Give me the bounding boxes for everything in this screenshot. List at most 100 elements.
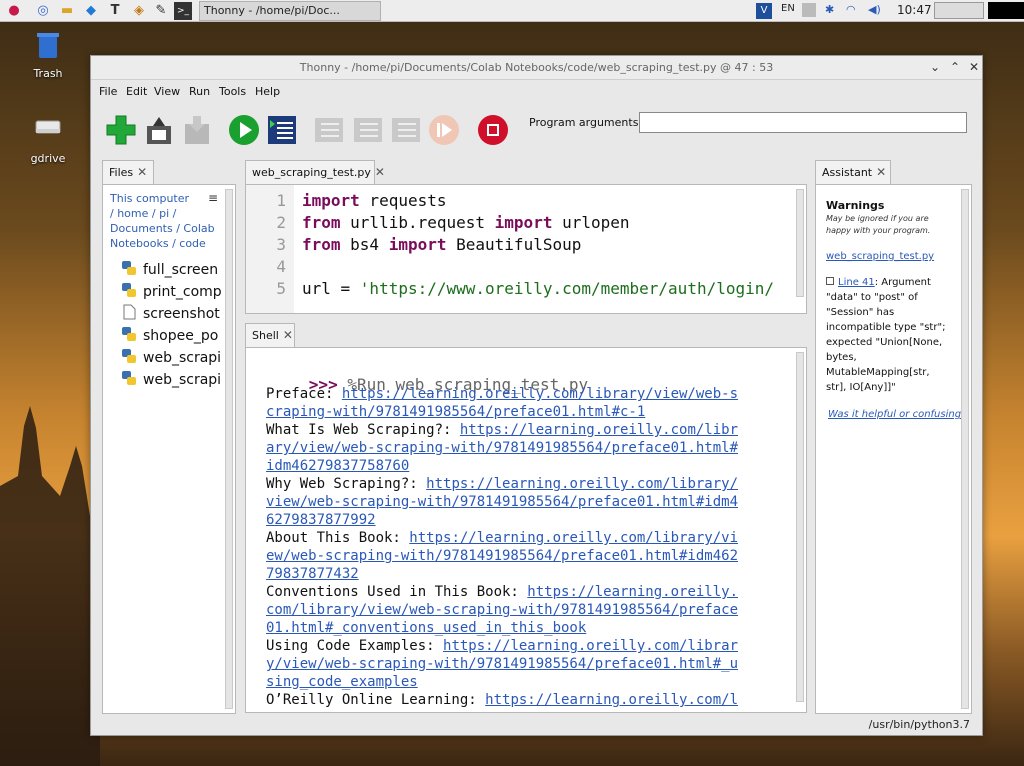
menu-tools[interactable]: Tools xyxy=(219,85,246,98)
open-file-icon[interactable] xyxy=(143,114,175,146)
menu-view[interactable]: View xyxy=(154,85,180,98)
step-into-icon[interactable] xyxy=(352,114,384,146)
taskbar: ● ◎ ▬ ◆ T ◈ ✎ >_ Thonny - /home/pi/Doc..… xyxy=(0,0,1024,22)
breadcrumb-line[interactable]: This computer xyxy=(110,191,216,206)
files-scrollbar[interactable] xyxy=(225,189,233,709)
files-panel: This computer / home / pi / Documents / … xyxy=(102,184,236,714)
breadcrumb-line[interactable]: / home / pi / xyxy=(110,206,216,221)
wifi-icon[interactable]: ◠ xyxy=(846,3,856,16)
shell-output-line: y/view/web-scraping-with/9781491985564/p… xyxy=(266,656,738,672)
file-item[interactable]: web_scrapi xyxy=(121,370,231,392)
shell-panel[interactable]: >>> %Run web_scraping_test.py Preface: h… xyxy=(245,347,807,713)
shell-link[interactable]: ary/view/web-scraping-with/9781491985564… xyxy=(266,440,738,456)
assistant-file-link[interactable]: web_scraping_test.py xyxy=(826,251,934,262)
shell-link[interactable]: https://learning.oreilly.com/library/vie… xyxy=(342,386,738,402)
code-line[interactable]: url = 'https://www.oreilly.com/member/au… xyxy=(302,279,774,298)
menu-help[interactable]: Help xyxy=(255,85,280,98)
warning-line-link[interactable]: Line 41 xyxy=(838,277,875,288)
raspberry-menu-icon[interactable]: ● xyxy=(5,2,23,20)
thonny-launcher-icon[interactable]: T xyxy=(106,2,124,20)
shell-link[interactable]: craping-with/9781491985564/preface01.htm… xyxy=(266,404,645,420)
language-indicator[interactable]: EN xyxy=(781,3,795,14)
desktop-gdrive[interactable]: gdrive xyxy=(18,115,78,165)
file-item[interactable]: web_scrapi xyxy=(121,348,231,370)
file-item[interactable]: screenshot xyxy=(121,304,231,326)
checkbox-icon[interactable] xyxy=(826,277,834,285)
shell-link[interactable]: view/web-scraping-with/9781491985564/pre… xyxy=(266,494,738,510)
shell-link[interactable]: 6279837877992 xyxy=(266,512,376,528)
shell-text: Preface: xyxy=(266,386,342,402)
file-item[interactable]: print_comp xyxy=(121,282,231,304)
minimize-icon[interactable]: ⌄ xyxy=(927,59,943,75)
line-number: 5 xyxy=(276,279,286,298)
shell-link[interactable]: https://learning.oreilly. xyxy=(527,584,738,600)
file-item[interactable]: shopee_po xyxy=(121,326,231,348)
file-manager-icon[interactable]: ▬ xyxy=(58,2,76,20)
volume-icon[interactable]: ◀) xyxy=(868,3,881,16)
vnc-icon[interactable]: V xyxy=(756,3,772,19)
terminal-icon[interactable]: >_ xyxy=(174,2,192,20)
shell-link[interactable]: ew/web-scraping-with/9781491985564/prefa… xyxy=(266,548,738,564)
shell-link[interactable]: https://learning.oreilly.com/library/ xyxy=(426,476,738,492)
tab-shell[interactable]: Shell ✕ xyxy=(245,323,295,347)
text-editor-icon[interactable]: ✎ xyxy=(152,2,170,20)
file-item[interactable]: full_screen xyxy=(121,260,231,282)
menu-edit[interactable]: Edit xyxy=(126,85,147,98)
close-icon[interactable]: ✕ xyxy=(966,59,982,75)
resume-icon[interactable] xyxy=(428,114,460,146)
tab-assistant[interactable]: Assistant ✕ xyxy=(815,160,891,184)
code-line[interactable]: from bs4 import BeautifulSoup xyxy=(302,235,581,254)
shell-link[interactable]: https://learning.oreilly.com/libr xyxy=(460,422,738,438)
shell-link[interactable]: com/library/view/web-scraping-with/97814… xyxy=(266,602,738,618)
assistant-feedback-link[interactable]: Was it helpful or confusing? xyxy=(828,409,966,420)
new-file-icon[interactable] xyxy=(105,114,137,146)
shell-link[interactable]: https://learning.oreilly.com/library/vi xyxy=(409,530,738,546)
tray-eject[interactable] xyxy=(988,2,1024,19)
breadcrumb-line[interactable]: Documents / Colab xyxy=(110,221,216,236)
code-line[interactable]: import requests xyxy=(302,191,447,210)
clock[interactable]: 10:47 xyxy=(897,3,932,17)
interpreter-status[interactable]: /usr/bin/python3.7 xyxy=(869,718,970,731)
debug-icon[interactable] xyxy=(266,114,298,146)
close-icon[interactable]: ✕ xyxy=(375,165,385,179)
step-over-icon[interactable] xyxy=(313,114,345,146)
program-arguments-label: Program arguments: xyxy=(529,116,643,129)
program-arguments-input[interactable] xyxy=(639,112,967,133)
tab-editor[interactable]: web_scraping_test.py ✕ xyxy=(245,160,385,184)
shell-link[interactable]: idm46279837758760 xyxy=(266,458,409,474)
maximize-icon[interactable]: ⌃ xyxy=(947,59,963,75)
run-icon[interactable] xyxy=(228,114,260,146)
shell-link[interactable]: y/view/web-scraping-with/9781491985564/p… xyxy=(266,656,738,672)
stop-icon[interactable] xyxy=(477,114,509,146)
breadcrumb-line[interactable]: Notebooks / code xyxy=(110,236,216,251)
menu-run[interactable]: Run xyxy=(189,85,210,98)
editor-panel[interactable]: 1 2 3 4 5 import requests from urllib.re… xyxy=(245,184,807,314)
shell-link[interactable]: 01.html#_conventions_used_in_this_book xyxy=(266,620,586,636)
browser-icon[interactable]: ◎ xyxy=(34,2,52,20)
shell-link[interactable]: https://learning.oreilly.com/librar xyxy=(443,638,738,654)
shell-link[interactable]: https://learning.oreilly.com/l xyxy=(485,692,738,708)
editor-scrollbar[interactable] xyxy=(796,189,804,297)
line-number: 1 xyxy=(276,191,286,210)
desktop-trash[interactable]: Trash xyxy=(18,30,78,80)
assistant-scrollbar[interactable] xyxy=(961,189,969,709)
taskbar-thonny-task[interactable]: Thonny - /home/pi/Doc... xyxy=(199,1,381,21)
breadcrumb[interactable]: This computer / home / pi / Documents / … xyxy=(110,191,216,251)
shell-scrollbar[interactable] xyxy=(796,352,804,702)
step-out-icon[interactable] xyxy=(390,114,422,146)
close-icon[interactable]: ✕ xyxy=(283,328,293,342)
shell-link[interactable]: sing_code_examples xyxy=(266,674,418,690)
vscode-icon[interactable]: ◆ xyxy=(82,2,100,20)
tab-files[interactable]: Files ✕ xyxy=(102,160,154,184)
hamburger-menu-icon[interactable]: ≡ xyxy=(208,191,218,205)
save-file-icon[interactable] xyxy=(181,114,213,146)
bluetooth-icon[interactable]: ✱ xyxy=(825,3,834,16)
close-icon[interactable]: ✕ xyxy=(876,165,886,179)
window-titlebar[interactable]: Thonny - /home/pi/Documents/Colab Notebo… xyxy=(91,56,982,80)
shell-link[interactable]: 79837877432 xyxy=(266,566,359,582)
menu-file[interactable]: File xyxy=(99,85,117,98)
shell-output-line: Why Web Scraping?: https://learning.orei… xyxy=(266,476,738,492)
code-line[interactable]: from urllib.request import urlopen xyxy=(302,213,630,232)
geany-icon[interactable]: ◈ xyxy=(130,2,148,20)
close-icon[interactable]: ✕ xyxy=(137,165,147,179)
